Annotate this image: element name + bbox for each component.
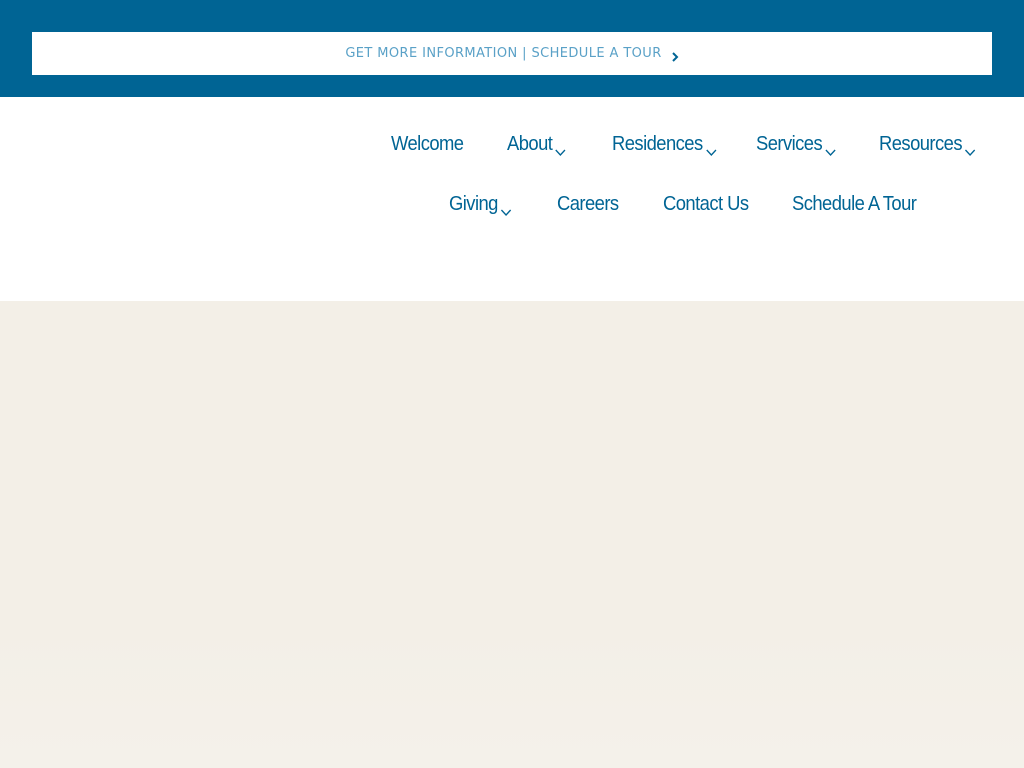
chevron-down-icon (555, 140, 566, 157)
chevron-right-icon (671, 49, 679, 62)
nav-about[interactable]: About (507, 129, 566, 159)
site-header: Welcome About Residences Services Resour… (0, 97, 1024, 301)
nav-resources-label: Resources (879, 132, 963, 155)
chevron-down-icon (501, 200, 512, 217)
top-announcement-bar: GET MORE INFORMATION | SCHEDULE A TOUR (0, 0, 1024, 97)
nav-giving-label: Giving (449, 192, 498, 215)
hero-area (0, 301, 1024, 768)
nav-welcome-label: Welcome (391, 132, 464, 155)
nav-services[interactable]: Services (756, 129, 836, 159)
nav-contact-label: Contact Us (663, 192, 749, 215)
nav-tour-label: Schedule A Tour (792, 192, 917, 215)
nav-residences-label: Residences (612, 132, 703, 155)
nav-schedule-a-tour[interactable]: Schedule A Tour (792, 189, 917, 219)
nav-services-label: Services (756, 132, 823, 155)
nav-giving[interactable]: Giving (449, 189, 512, 219)
nav-contact-us[interactable]: Contact Us (663, 189, 749, 219)
nav-careers-label: Careers (557, 192, 619, 215)
nav-welcome[interactable]: Welcome (391, 129, 464, 159)
nav-about-label: About (507, 132, 553, 155)
nav-resources[interactable]: Resources (879, 129, 976, 159)
nav-residences[interactable]: Residences (612, 129, 717, 159)
banner-text: GET MORE INFORMATION | SCHEDULE A TOUR (345, 46, 662, 61)
chevron-down-icon (825, 140, 836, 157)
get-info-schedule-tour-link[interactable]: GET MORE INFORMATION | SCHEDULE A TOUR (32, 32, 992, 75)
chevron-down-icon (965, 140, 976, 157)
nav-careers[interactable]: Careers (557, 189, 619, 219)
chevron-down-icon (705, 140, 717, 157)
